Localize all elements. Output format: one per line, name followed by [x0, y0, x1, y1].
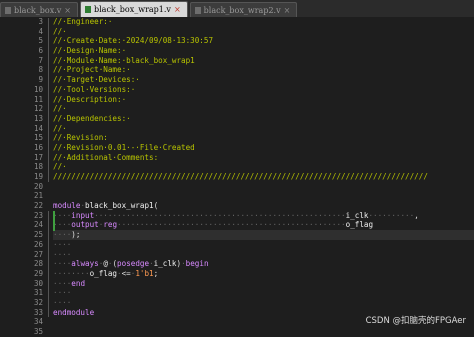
line-number: 4 [38, 26, 43, 36]
close-icon[interactable]: × [174, 5, 181, 14]
line-number: 24 [33, 220, 43, 230]
line-number: 10 [33, 84, 43, 94]
line-number: 3 [38, 17, 43, 26]
file-icon [5, 6, 11, 14]
code-line[interactable]: ···· [53, 288, 474, 298]
line-number-gutter: 3 4 5 6 7 8 9 10 11 12 13 14 15 16 17 18 19 20 21 22 23 24 25 2… [0, 17, 45, 336]
line-number: 26 [33, 239, 43, 249]
line-number: 21 [33, 191, 43, 201]
tab-label: black_box_wrap1.v [94, 5, 171, 14]
code-line[interactable]: //·Dependencies:· [53, 114, 474, 124]
code-line[interactable]: //·Design·Name:· [53, 46, 474, 56]
line-number: 7 [38, 55, 43, 65]
code-line[interactable] [53, 182, 474, 192]
line-number: 27 [33, 249, 43, 259]
code-line[interactable]: //·Tool·Versions:· [53, 85, 474, 95]
line-number: 16 [33, 142, 43, 152]
code-line[interactable]: //· [53, 104, 474, 114]
code-line[interactable]: ····input·······························… [53, 211, 474, 221]
code-line[interactable]: //·Additional·Comments: [53, 153, 474, 163]
close-icon[interactable]: × [284, 6, 291, 15]
code-line[interactable]: //· [53, 27, 474, 37]
code-line[interactable]: ····); [53, 230, 474, 240]
line-number: 29 [33, 268, 43, 278]
fold-marker [48, 18, 49, 182]
code-line[interactable]: //·Create·Date:·2024/09/08·13:30:57 [53, 36, 474, 46]
code-line[interactable]: //·Module·Name:·black_box_wrap1 [53, 56, 474, 66]
code-line[interactable]: //· [53, 162, 474, 172]
line-number: 8 [38, 65, 43, 75]
line-number: 15 [33, 133, 43, 143]
line-number: 31 [33, 288, 43, 298]
code-line[interactable]: ···· [53, 250, 474, 260]
tab-black-box[interactable]: black_box.v × [0, 2, 78, 17]
line-number: 12 [33, 104, 43, 114]
line-number: 11 [33, 94, 43, 104]
line-number: 14 [33, 123, 43, 133]
code-line[interactable]: ········o_flag·<=·1'b1; [53, 269, 474, 279]
change-marker [53, 211, 55, 231]
fold-marker [48, 211, 49, 317]
file-icon [85, 6, 91, 13]
line-number: 13 [33, 113, 43, 123]
code-line[interactable] [53, 327, 474, 337]
code-line[interactable]: //·Project·Name:· [53, 65, 474, 75]
watermark: CSDN @扣脑壳的FPGAer [365, 316, 466, 326]
code-line[interactable] [53, 191, 474, 201]
tab-black-box-wrap1[interactable]: black_box_wrap1.v × [80, 1, 188, 17]
line-number: 22 [33, 201, 43, 211]
code-line[interactable]: //·Revision·0.01·-·File·Created [53, 143, 474, 153]
line-number: 34 [33, 317, 43, 327]
line-number: 28 [33, 259, 43, 269]
code-line[interactable]: //·Description:· [53, 95, 474, 105]
code-line[interactable]: //·Engineer:· [53, 17, 474, 27]
line-number: 9 [38, 75, 43, 85]
line-number: 19 [33, 172, 43, 181]
line-number: 6 [38, 46, 43, 56]
code-line[interactable]: ····end [53, 279, 474, 289]
fold-margin[interactable] [45, 17, 53, 330]
code-area[interactable]: //·Engineer:·//·//·Create·Date:·2024/09/… [53, 17, 474, 330]
tab-label: black_box.v [14, 5, 62, 15]
line-number: 33 [33, 307, 43, 317]
code-line[interactable]: ////////////////////////////////////////… [53, 172, 474, 182]
line-number: 17 [33, 152, 43, 162]
code-line[interactable]: ····output·reg··························… [53, 220, 474, 230]
line-number: 20 [33, 181, 43, 191]
close-icon[interactable]: × [64, 6, 71, 15]
tab-label: black_box_wrap2.v [203, 5, 281, 15]
code-line[interactable]: module·black_box_wrap1( [53, 201, 474, 211]
code-line[interactable]: ····always·@·(posedge·i_clk)·begin [53, 259, 474, 269]
line-number: 35 [33, 327, 43, 336]
tab-bar: black_box.v × black_box_wrap1.v × black_… [0, 0, 474, 18]
code-editor[interactable]: 3 4 5 6 7 8 9 10 11 12 13 14 15 16 17 18 19 20 21 22 23 24 25 2… [0, 17, 474, 336]
line-number: 25 [33, 230, 43, 240]
line-number: 5 [38, 36, 43, 46]
line-number: 30 [33, 278, 43, 288]
tab-black-box-wrap2[interactable]: black_box_wrap2.v × [189, 2, 298, 17]
line-number: 32 [33, 297, 43, 307]
code-line[interactable]: ···· [53, 298, 474, 308]
code-line[interactable]: ···· [53, 240, 474, 250]
file-icon [194, 6, 201, 14]
code-line[interactable]: //· [53, 124, 474, 134]
line-number: 18 [33, 162, 43, 172]
code-line[interactable]: //·Revision: [53, 133, 474, 143]
code-line[interactable]: //·Target·Devices:· [53, 75, 474, 85]
line-number: 23 [33, 210, 43, 220]
